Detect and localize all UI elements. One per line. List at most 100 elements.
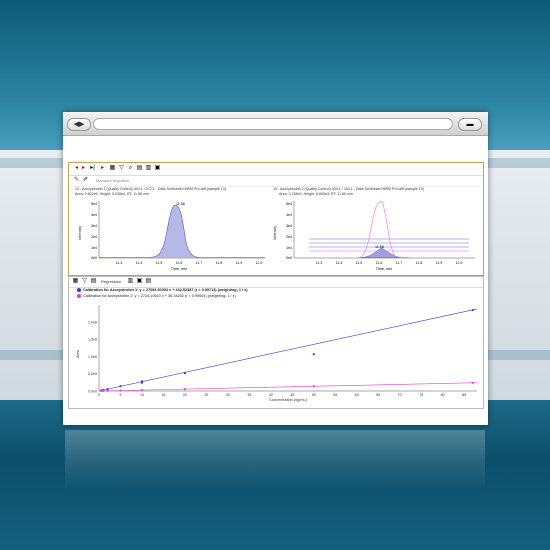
chromatograms-svg: Intensity 5e4 4e4 3e4 2e4 1e4 0e0 11.3 1… [78,201,475,271]
pane-right-plot: Intensity 5e4 4e4 3e4 2e4 1e4 0e0 11.3 1… [273,201,475,271]
chart-icon[interactable]: ▦ [109,165,116,172]
calibration-chart: 0.0e0 5.0e5 1.0e6 1.5e6 2.0e6 0 5 10 15 20 25 30 35 4… [76,305,478,402]
regression-toolbar: ▦ ▽ ▤ Regression ▥ ▣ ▤ [69,277,483,288]
y-tick-label: 3e4 [286,224,292,228]
pencil-icon[interactable]: ✐ [82,177,89,184]
data-point-series-2 [471,381,474,384]
x-tick-label: 12.0 [456,261,463,265]
calibration-legend-2[interactable]: Calibration for Azoxystrobin 2: y = 2734… [77,294,236,298]
calibration-legend-1[interactable]: Calibration for Azoxystrobin 1: y = 2709… [77,288,248,292]
export-icon[interactable]: ▤ [145,278,152,285]
pane-right-title: 10 - Azoxystrobin 2 (Quality Control) 40… [273,187,424,191]
x-tick-label: 35 [247,393,251,397]
menu-button[interactable]: ▬ [458,118,482,131]
x-tick-label: 11.8 [216,261,223,265]
fit-line-series-2 [98,382,478,392]
peak-rt-label: 11.58 [176,202,185,206]
integrate-icon[interactable]: ✎ [73,177,80,184]
x-tick-label: 30 [226,393,230,397]
pane-left-title: 10 - Azoxystrobin 1 (Quality Control) 40… [75,187,226,191]
data-point-series-1 [140,380,144,383]
browser-titlebar: ◀▶ ▬ [63,112,488,136]
regression-panel: ▦ ▽ ▤ Regression ▥ ▣ ▤ Calibration for A… [68,276,484,409]
y-tick-label: 2.0e6 [88,321,97,325]
regression-button[interactable]: Regression [101,279,121,284]
window-reflection [65,430,485,490]
x-tick-label: 60 [355,393,359,397]
x-tick-label: 5 [119,393,121,397]
menu-icon[interactable]: ▬ [467,121,474,128]
data-point-series-2 [312,385,315,388]
data-point-series-1 [183,372,187,375]
x-tick-label: 40 [269,393,273,397]
y-tick-label: 5e4 [286,202,292,206]
y-tick-label: 5e4 [91,202,97,206]
forward-icon[interactable]: ▶ [79,121,84,128]
series-1-marker-icon [77,288,81,292]
x-tick-label: 45 [290,393,294,397]
y-tick-label: 4e4 [286,213,292,217]
y-tick-label: 2e4 [286,235,292,239]
peak-1 [99,204,265,258]
delete-icon[interactable]: ▥ [127,278,134,285]
x-tick-label: 11.7 [396,261,403,265]
grid-icon[interactable]: ▤ [136,165,143,172]
x-tick-label: 11.7 [196,261,203,265]
table-icon[interactable]: ▣ [136,278,143,285]
chromatogram-toolbar: ◂ ▸ ▸| ▸ ▦ ▽ ⌕ ▤ ▥ ▣ [69,163,483,176]
peak-rt-label: 11.58 [375,245,384,249]
zoom-icon[interactable]: ⌕ [127,165,134,172]
address-bar[interactable] [93,118,453,130]
y-tick-label: 5.0e5 [88,372,97,376]
x-tick-label: 20 [183,393,187,397]
chart-icon[interactable]: ▦ [72,278,79,285]
calibration-text-1: Calibration for Azoxystrobin 1: y = 2709… [83,288,248,292]
flag-icon[interactable]: ▸ [99,165,106,172]
x-axis-label: Time, min [376,267,393,271]
chromatogram-panel: ◂ ▸ ▸| ▸ ▦ ▽ ⌕ ▤ ▥ ▣ ✎ ✐ Manual Integrat… [68,162,484,276]
filter-icon[interactable]: ▽ [81,278,88,285]
x-tick-label: 11.5 [156,261,163,265]
x-tick-label: 0 [98,393,100,397]
data-point-series-2 [140,388,144,392]
browser-window: ◀▶ ▬ ◂ ▸ ▸| ▸ ▦ ▽ ⌕ ▤ ▥ ▣ ✎ ✐ Manual Int… [63,112,488,425]
grid-icon[interactable]: ▤ [90,278,97,285]
x-tick-label: 10 [140,393,144,397]
x-tick-label: 12.0 [256,261,263,265]
y-tick-label: 1e4 [91,246,97,250]
data-point-series-1 [312,353,315,356]
filter-icon[interactable]: ▽ [118,165,125,172]
x-tick-label: 85 [462,393,466,397]
delete-icon[interactable]: ▥ [145,165,152,172]
manual-integration-label[interactable]: Manual Integration [96,178,129,183]
table-icon[interactable]: ▣ [154,165,161,172]
y-tick-label: 0.0e0 [88,389,97,393]
data-point-series-2 [183,388,187,391]
series-2-marker-icon [77,294,81,298]
data-point-series-2 [100,389,103,393]
y-axis-label: Intensity [78,226,82,240]
x-axis-label: Concentration (ng/mL) [269,398,308,402]
prev-arrow-icon[interactable]: ◂ [73,165,80,172]
data-point-series-2 [119,389,122,392]
x-tick-label: 65 [376,393,380,397]
data-point-series-2 [102,389,105,392]
y-tick-label: 4e4 [91,213,97,217]
data-point-series-1 [471,309,474,312]
y-tick-label: 2e4 [91,235,97,239]
x-tick-label: 11.6 [176,261,183,265]
peak-2-pink [358,201,410,258]
x-tick-label: 80 [441,393,445,397]
back-forward-button[interactable]: ◀▶ [67,118,91,131]
next-arrow-icon[interactable]: ▸ [80,165,87,172]
y-tick-label: 1.5e6 [88,338,97,342]
fit-line-series-1 [98,308,478,392]
calibration-text-2: Calibration for Azoxystrobin 2: y = 2734… [83,294,236,298]
x-tick-label: 11.4 [336,261,343,265]
x-tick-label: 11.4 [136,261,143,265]
x-tick-label: 50 [312,393,316,397]
last-icon[interactable]: ▸| [89,165,96,172]
integration-toolbar: ✎ ✐ Manual Integration [69,176,483,187]
x-tick-label: 11.3 [316,261,323,265]
x-tick-label: 11.6 [376,261,383,265]
